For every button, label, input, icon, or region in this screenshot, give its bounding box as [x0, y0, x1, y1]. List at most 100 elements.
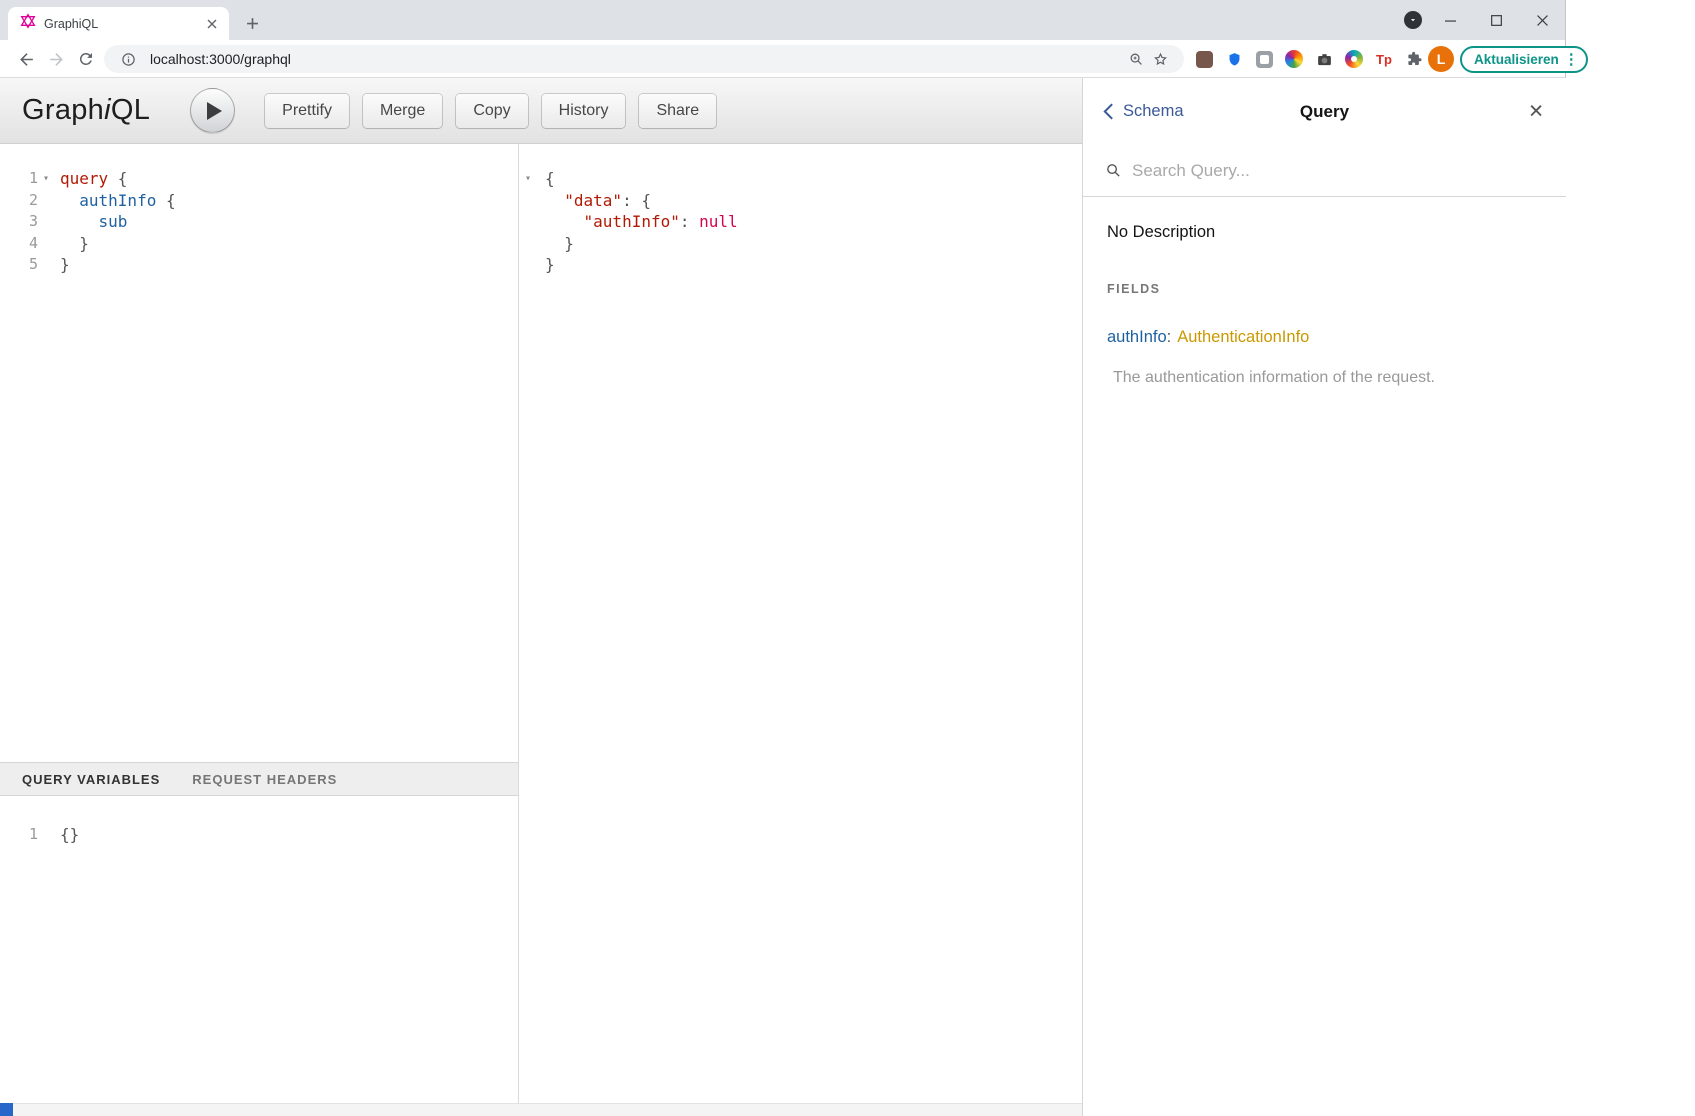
omnibox[interactable]: localhost:3000/graphql: [104, 45, 1184, 73]
tab-search-button[interactable]: [1404, 11, 1422, 29]
merge-button[interactable]: Merge: [363, 94, 442, 128]
fields-section-header: FIELDS: [1107, 282, 1542, 296]
camera-extension-icon[interactable]: [1315, 50, 1333, 68]
graphql-favicon: [20, 13, 36, 34]
doc-explorer-header: Schema Query ✕: [1083, 78, 1566, 145]
code-line: "data": {: [519, 190, 1082, 212]
play-icon: [207, 102, 222, 120]
extensions-row: Tp: [1195, 46, 1423, 72]
fold-arrow-icon[interactable]: ▾: [519, 168, 545, 190]
query-variables-tab[interactable]: QUERY VARIABLES: [22, 772, 160, 787]
minimize-button[interactable]: [1427, 0, 1473, 40]
fold-spacer: [38, 254, 54, 276]
menu-kebab-icon[interactable]: ⋮: [1564, 52, 1579, 67]
code-line: 1▾ query {: [0, 168, 518, 190]
query-variables-editor[interactable]: 1 {}: [0, 796, 518, 1116]
zoom-icon[interactable]: [1124, 47, 1148, 71]
doc-explorer-panel: Schema Query ✕ No Description FIELDS aut…: [1082, 78, 1566, 1116]
doc-field-row: authInfo: AuthenticationInfo: [1107, 328, 1542, 347]
close-window-button[interactable]: [1519, 0, 1565, 40]
colorful-extension-icon[interactable]: [1345, 50, 1363, 68]
field-description: The authentication information of the re…: [1107, 369, 1542, 387]
shield-extension-icon[interactable]: [1225, 50, 1243, 68]
new-tab-button[interactable]: [238, 9, 266, 37]
code-line: 5}: [0, 254, 518, 276]
fold-arrow-icon[interactable]: ▾: [38, 168, 54, 190]
fold-spacer: [38, 824, 54, 846]
tp-extension-icon[interactable]: Tp: [1375, 50, 1393, 68]
history-button[interactable]: History: [542, 94, 626, 128]
fold-spacer: [519, 190, 545, 212]
profile-avatar[interactable]: L: [1428, 46, 1454, 72]
doc-back-link[interactable]: Schema: [1103, 102, 1184, 121]
doc-no-description: No Description: [1107, 223, 1542, 242]
code-text: sub: [60, 211, 127, 233]
search-icon: [1105, 162, 1122, 179]
code-text: }: [60, 254, 70, 276]
back-button[interactable]: [12, 45, 40, 73]
doc-search-input[interactable]: [1132, 161, 1544, 181]
code-text: authInfo {: [60, 190, 176, 212]
query-editor[interactable]: 1▾query {2 authInfo {3 sub4 }5}: [0, 144, 518, 762]
fold-spacer: [519, 254, 545, 276]
field-separator: :: [1167, 328, 1172, 346]
doc-back-label: Schema: [1123, 102, 1184, 121]
line-number: 4: [0, 233, 38, 255]
query-column: 1▾query {2 authInfo {3 sub4 }5} QUERY VA…: [0, 144, 518, 1116]
bookmark-star-icon[interactable]: [1148, 47, 1172, 71]
code-text: query {: [60, 168, 127, 190]
tab-close-icon[interactable]: [203, 15, 221, 33]
bottom-edge: [0, 1103, 1082, 1116]
share-button[interactable]: Share: [639, 94, 716, 128]
code-line: 4 }: [0, 233, 518, 255]
variables-title-bar: QUERY VARIABLES REQUEST HEADERS: [0, 762, 518, 796]
line-number: 1: [0, 824, 38, 846]
extension-icon-2[interactable]: [1255, 50, 1273, 68]
line-number: 1: [0, 168, 38, 190]
code-line: 1 {}: [0, 824, 518, 846]
code-text: }: [545, 254, 555, 276]
browser-window: GraphiQL: [0, 0, 1566, 1116]
line-number: 3: [0, 211, 38, 233]
copy-button[interactable]: Copy: [456, 94, 527, 128]
forward-button[interactable]: [42, 45, 70, 73]
window-controls: [1427, 0, 1565, 40]
toolbar: Prettify Merge Copy History Share: [265, 94, 716, 128]
fold-spacer: [38, 211, 54, 233]
code-text: {}: [60, 824, 79, 846]
field-name-link[interactable]: authInfo: [1107, 328, 1167, 346]
doc-search-bar: [1083, 145, 1566, 197]
code-line: ▾{: [519, 168, 1082, 190]
chevron-left-icon: [1103, 103, 1114, 120]
url-text[interactable]: localhost:3000/graphql: [150, 51, 1124, 67]
request-headers-tab[interactable]: REQUEST HEADERS: [192, 772, 337, 787]
maximize-button[interactable]: [1473, 0, 1519, 40]
update-browser-button[interactable]: Aktualisieren ⋮: [1460, 46, 1588, 73]
extensions-puzzle-icon[interactable]: [1405, 50, 1423, 68]
doc-body: No Description FIELDS authInfo: Authentic…: [1083, 197, 1566, 403]
line-number: 5: [0, 254, 38, 276]
graphiql-topbar: GraphiQL Prettify Merge Copy History Sha…: [0, 78, 1082, 144]
result-viewer[interactable]: ▾{ "data": { "authInfo": null }}: [518, 144, 1082, 1116]
code-text: }: [545, 233, 574, 255]
graphiql-app: GraphiQL Prettify Merge Copy History Sha…: [0, 78, 1566, 1116]
site-info-icon[interactable]: [116, 47, 140, 71]
extension-icon-1[interactable]: [1195, 50, 1213, 68]
type-name-link[interactable]: AuthenticationInfo: [1177, 328, 1309, 346]
line-number: 2: [0, 190, 38, 212]
bottom-left-badge: [0, 1103, 13, 1116]
tab-strip: GraphiQL: [0, 0, 1565, 40]
code-text: }: [60, 233, 89, 255]
prettify-button[interactable]: Prettify: [265, 94, 349, 128]
code-text: "authInfo": null: [545, 211, 738, 233]
editors-area: 1▾query {2 authInfo {3 sub4 }5} QUERY VA…: [0, 144, 1082, 1116]
fold-spacer: [38, 233, 54, 255]
tab-title: GraphiQL: [44, 17, 203, 31]
doc-close-icon[interactable]: ✕: [1528, 100, 1544, 123]
browser-tab[interactable]: GraphiQL: [8, 7, 229, 40]
execute-button[interactable]: [190, 88, 235, 133]
code-line: 2 authInfo {: [0, 190, 518, 212]
reload-button[interactable]: [72, 45, 100, 73]
colorwheel-extension-icon[interactable]: [1285, 50, 1303, 68]
update-button-label: Aktualisieren: [1474, 52, 1559, 67]
